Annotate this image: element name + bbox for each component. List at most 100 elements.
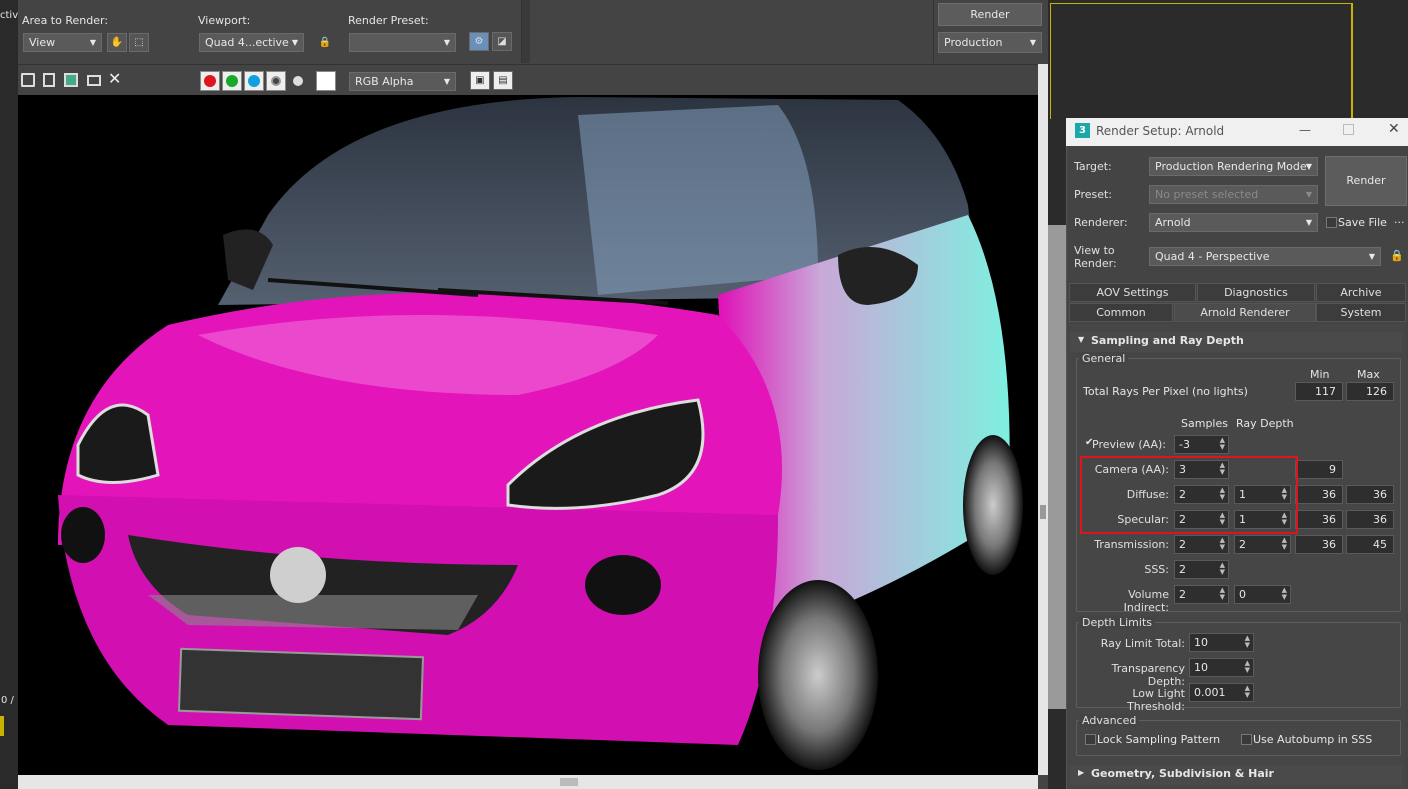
dialog-render-button[interactable]: Render: [1325, 156, 1407, 206]
print-icon[interactable]: [87, 75, 101, 86]
red-dot-icon: [204, 75, 216, 87]
tab-aov-settings[interactable]: AOV Settings: [1069, 283, 1196, 302]
frame-toolbar-row2: [18, 64, 1048, 95]
renderer-value: Arnold: [1155, 216, 1191, 229]
maximize-icon[interactable]: [1343, 124, 1354, 135]
clone-frame-icon[interactable]: [64, 73, 78, 87]
tab-archive[interactable]: Archive: [1316, 283, 1406, 302]
area-to-render-value: View: [29, 36, 56, 49]
open-vfb-icon[interactable]: ▤: [493, 71, 513, 90]
green-channel-toggle[interactable]: [222, 71, 242, 91]
viewport-preview: [1048, 225, 1068, 709]
ray-depth-header: Ray Depth: [1236, 417, 1294, 430]
auto-region-icon[interactable]: ⬚: [129, 33, 149, 52]
close-icon[interactable]: ✕: [1388, 121, 1400, 137]
use-autobump-checkbox[interactable]: [1241, 734, 1252, 745]
horizontal-scroll-thumb[interactable]: [560, 778, 578, 786]
production-dropdown[interactable]: Production ▼: [938, 32, 1042, 53]
volume-indirect-label: Volume Indirect:: [1123, 588, 1169, 614]
lock-sampling-checkbox[interactable]: [1085, 734, 1096, 745]
active-viewport-border: [1050, 3, 1352, 119]
lock-icon[interactable]: 🔒: [1390, 249, 1404, 262]
rollout-collapsed-icon[interactable]: ▶: [1078, 768, 1084, 777]
chevron-down-icon: ▼: [1305, 190, 1312, 199]
vertical-scroll-thumb[interactable]: [1040, 505, 1046, 519]
target-dropdown[interactable]: Production Rendering Mode ▼: [1149, 157, 1318, 176]
render-preset-dropdown[interactable]: ▼: [349, 33, 456, 52]
transparency-depth-label: Transparency Depth:: [1111, 662, 1185, 688]
blue-channel-toggle[interactable]: [244, 71, 264, 91]
render-setup-icon[interactable]: ⚙: [469, 32, 489, 51]
more-options-icon[interactable]: ...: [1394, 213, 1405, 226]
rollout-expand-icon[interactable]: ▼: [1078, 335, 1084, 344]
tab-arnold-renderer[interactable]: Arnold Renderer: [1174, 303, 1316, 322]
specular-max: 36: [1346, 510, 1394, 529]
background-swatch[interactable]: [316, 71, 336, 91]
view-to-render-value: Quad 4 - Perspective: [1155, 250, 1270, 263]
volume-indirect-samples[interactable]: 2 ▲ ▼: [1174, 585, 1229, 604]
preset-label: Preset:: [1074, 188, 1113, 201]
preview-aa-samples[interactable]: -3 ▲ ▼: [1174, 435, 1229, 454]
minimize-icon[interactable]: —: [1299, 123, 1311, 137]
display-toggle-icon[interactable]: ▣: [470, 71, 490, 90]
spinner-arrows-icon[interactable]: ▲ ▼: [1220, 537, 1225, 551]
channel-dropdown[interactable]: RGB Alpha ▼: [349, 72, 456, 91]
spinner-arrows-icon[interactable]: ▲ ▼: [1282, 587, 1287, 601]
viewport-dropdown[interactable]: Quad 4...ective ▼: [199, 33, 304, 52]
spinner-arrows-icon[interactable]: ▲ ▼: [1220, 437, 1225, 451]
lock-sampling-label: Lock Sampling Pattern: [1097, 733, 1221, 746]
save-file-checkbox[interactable]: [1326, 217, 1337, 228]
hand-pan-icon[interactable]: ✋: [107, 33, 127, 52]
lock-icon[interactable]: 🔒: [315, 33, 335, 52]
chevron-down-icon: ▼: [89, 38, 96, 47]
camera-aa-min: 9: [1295, 460, 1343, 479]
preset-dropdown[interactable]: No preset selected ▼: [1149, 185, 1318, 204]
save-image-icon[interactable]: [21, 73, 35, 87]
transmission-depth[interactable]: 2 ▲ ▼: [1234, 535, 1291, 554]
dialog-title: Render Setup: Arnold: [1096, 124, 1225, 138]
preset-value: No preset selected: [1155, 188, 1259, 201]
transmission-samples[interactable]: 2 ▲ ▼: [1174, 535, 1229, 554]
view-to-render-dropdown[interactable]: Quad 4 - Perspective ▼: [1149, 247, 1381, 266]
tab-system[interactable]: System: [1316, 303, 1406, 322]
volume-indirect-depth[interactable]: 0 ▲ ▼: [1234, 585, 1291, 604]
spinner-arrows-icon[interactable]: ▲ ▼: [1220, 587, 1225, 601]
area-to-render-dropdown[interactable]: View ▼: [23, 33, 102, 52]
alpha-channel-toggle[interactable]: [266, 71, 286, 91]
viewport-left-strip: [0, 0, 18, 789]
frame-toolbar-middle: [522, 0, 530, 63]
tab-common[interactable]: Common: [1069, 303, 1173, 322]
renderer-dropdown[interactable]: Arnold ▼: [1149, 213, 1318, 232]
spinner-arrows-icon[interactable]: ▲ ▼: [1220, 562, 1225, 576]
app-logo-icon: 3: [1075, 123, 1090, 138]
horizontal-scrollbar[interactable]: [18, 775, 1038, 789]
volume-indirect-samples-value: 2: [1179, 588, 1186, 601]
depth-limits-label: Depth Limits: [1079, 616, 1156, 629]
chevron-down-icon: ▼: [1305, 218, 1312, 227]
sss-samples[interactable]: 2 ▲ ▼: [1174, 560, 1229, 579]
close-icon[interactable]: ✕: [108, 70, 124, 88]
environment-icon[interactable]: ◪: [492, 32, 512, 51]
sss-label: SSS:: [1144, 563, 1169, 576]
monochrome-icon[interactable]: [293, 76, 303, 86]
transmission-depth-value: 2: [1239, 538, 1246, 551]
copy-image-icon[interactable]: [43, 73, 55, 87]
tab-diagnostics[interactable]: Diagnostics: [1197, 283, 1315, 302]
transparency-depth-spinner[interactable]: 10 ▲ ▼: [1189, 658, 1254, 677]
spinner-arrows-icon[interactable]: ▲ ▼: [1245, 660, 1250, 674]
spinner-arrows-icon[interactable]: ▲ ▼: [1245, 685, 1250, 699]
transmission-min: 36: [1295, 535, 1343, 554]
renderer-label: Renderer:: [1074, 216, 1128, 229]
total-rays-max: 126: [1346, 382, 1394, 401]
transmission-label: Transmission:: [1094, 538, 1169, 551]
chevron-down-icon: ▼: [1029, 38, 1036, 47]
vertical-scrollbar[interactable]: [1038, 64, 1048, 775]
viewport-value: Quad 4...ective: [205, 36, 289, 49]
spinner-arrows-icon[interactable]: ▲ ▼: [1245, 635, 1250, 649]
frame-render-button[interactable]: Render: [938, 3, 1042, 26]
spinner-arrows-icon[interactable]: ▲ ▼: [1282, 537, 1287, 551]
red-channel-toggle[interactable]: [200, 71, 220, 91]
low-light-spinner[interactable]: 0.001 ▲ ▼: [1189, 683, 1254, 702]
min-header: Min: [1310, 368, 1330, 381]
ray-limit-spinner[interactable]: 10 ▲ ▼: [1189, 633, 1254, 652]
